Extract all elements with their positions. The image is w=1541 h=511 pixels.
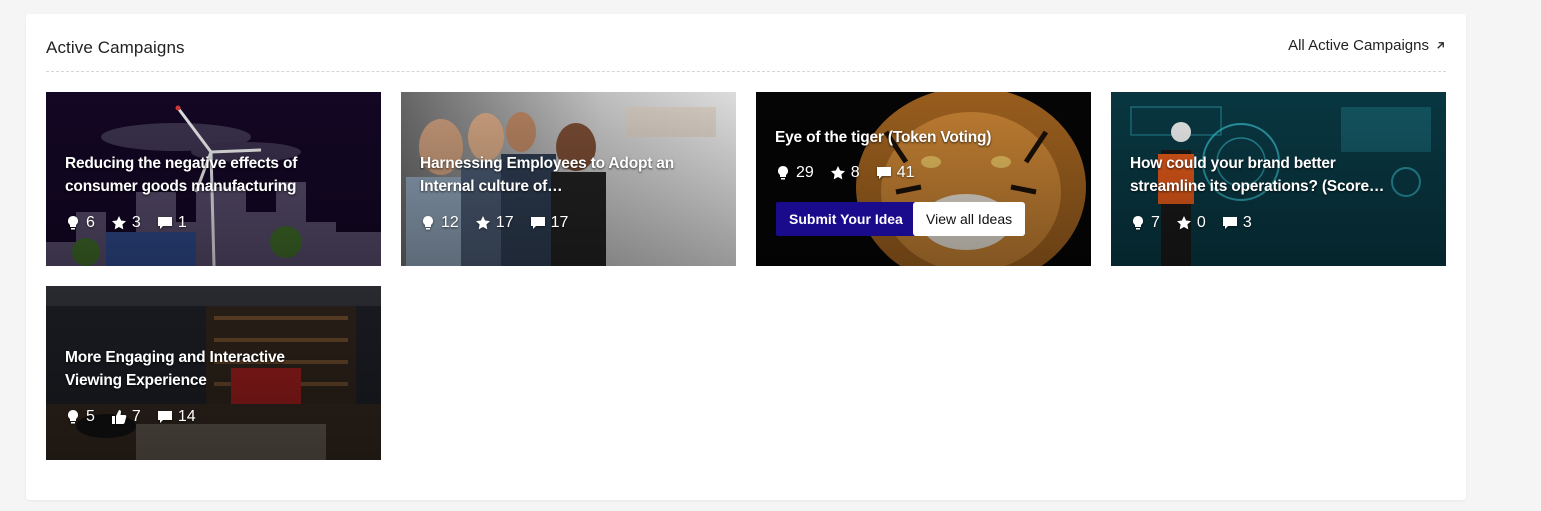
campaign-title: How could your brand better streamline i… bbox=[1130, 155, 1385, 195]
idea-bulb-icon bbox=[778, 166, 788, 180]
comments-count: 14 bbox=[157, 408, 196, 426]
idea-bulb-icon bbox=[423, 216, 433, 230]
comments-count: 41 bbox=[876, 164, 915, 182]
submit-your-idea-button[interactable]: Submit Your Idea bbox=[776, 202, 916, 236]
thumbs-up-icon bbox=[111, 410, 127, 424]
campaign-title: Harnessing Employees to Adopt an Interna… bbox=[420, 155, 674, 195]
campaign-title: Eye of the tiger (Token Voting) bbox=[775, 129, 992, 146]
active-campaigns-panel: Active Campaigns All Active Campaigns Re… bbox=[26, 14, 1466, 500]
star-icon bbox=[111, 216, 126, 230]
campaign-card[interactable]: More Engaging and Interactive Viewing Ex… bbox=[46, 286, 381, 460]
campaign-stats: 12 17 17 bbox=[420, 214, 568, 232]
campaign-title: Reducing the negative effects of consume… bbox=[65, 155, 298, 195]
campaign-stats: 7 0 3 bbox=[1130, 214, 1252, 232]
comment-icon bbox=[876, 167, 891, 179]
campaign-card[interactable]: Reducing the negative effects of consume… bbox=[46, 92, 381, 266]
ideas-count: 6 bbox=[65, 214, 95, 232]
all-active-campaigns-label: All Active Campaigns bbox=[1288, 37, 1429, 54]
view-all-ideas-button[interactable]: View all Ideas bbox=[913, 202, 1026, 236]
ideas-count: 12 bbox=[420, 214, 459, 232]
all-active-campaigns-link[interactable]: All Active Campaigns bbox=[1288, 37, 1446, 54]
arrow-up-right-icon bbox=[1437, 42, 1444, 49]
comments-count: 17 bbox=[530, 214, 568, 232]
comments-count: 1 bbox=[157, 214, 187, 232]
comment-icon bbox=[157, 411, 172, 423]
rating-count: 3 bbox=[111, 214, 141, 232]
campaign-card[interactable]: Eye of the tiger (Token Voting) 29 8 41 … bbox=[756, 92, 1091, 266]
ideas-count: 5 bbox=[65, 408, 95, 426]
rating-count: 0 bbox=[1176, 214, 1206, 232]
panel-header: Active Campaigns All Active Campaigns bbox=[46, 36, 1446, 72]
ideas-count: 7 bbox=[1130, 214, 1160, 232]
campaign-stats: 29 8 41 bbox=[775, 164, 915, 182]
comment-icon bbox=[1222, 217, 1237, 229]
campaign-stats: 6 3 1 bbox=[65, 214, 187, 232]
star-icon bbox=[475, 216, 490, 230]
rating-count: 8 bbox=[830, 164, 860, 182]
star-icon bbox=[830, 166, 845, 180]
ideas-count: 29 bbox=[775, 164, 814, 182]
campaign-card[interactable]: How could your brand better streamline i… bbox=[1111, 92, 1446, 266]
campaign-card[interactable]: Harnessing Employees to Adopt an Interna… bbox=[401, 92, 736, 266]
campaign-title: More Engaging and Interactive Viewing Ex… bbox=[65, 349, 285, 389]
comment-icon bbox=[157, 217, 172, 229]
idea-bulb-icon bbox=[68, 410, 78, 424]
panel-title: Active Campaigns bbox=[46, 38, 185, 57]
star-icon bbox=[1176, 216, 1191, 230]
likes-count: 7 bbox=[111, 408, 141, 426]
rating-count: 17 bbox=[475, 214, 514, 232]
comment-icon bbox=[530, 217, 545, 229]
idea-bulb-icon bbox=[1133, 216, 1143, 230]
comments-count: 3 bbox=[1222, 214, 1252, 232]
idea-bulb-icon bbox=[68, 216, 78, 230]
campaign-stats: 5 7 14 bbox=[65, 408, 196, 426]
